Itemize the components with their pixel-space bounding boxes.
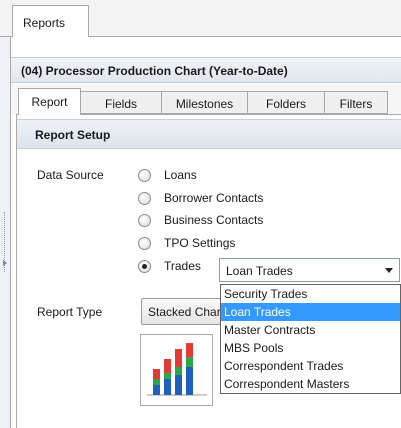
dropdown-option-mbs-pools[interactable]: MBS Pools: [221, 339, 400, 357]
tab-filters-label: Filters: [339, 97, 373, 111]
radio-loans-label: Loans: [164, 168, 197, 182]
tab-milestones[interactable]: Milestones: [161, 91, 248, 114]
radio-trades-label: Trades: [164, 259, 201, 273]
radio-borrower-contacts-label: Borrower Contacts: [164, 191, 264, 205]
radio-business-contacts-label: Business Contacts: [164, 213, 264, 227]
radio-business-contacts-button[interactable]: [138, 214, 151, 227]
report-type-label: Report Type: [37, 305, 103, 319]
dropdown-option-loan-trades[interactable]: Loan Trades: [221, 303, 400, 321]
tab-folders-label: Folders: [265, 97, 306, 111]
radio-tpo-settings-button[interactable]: [138, 237, 151, 250]
tab-fields[interactable]: Fields: [80, 91, 162, 114]
tab-report-label: Report: [31, 95, 68, 109]
report-setup-header: Report Setup: [17, 119, 401, 149]
chart-preview[interactable]: [140, 334, 213, 406]
radio-tpo-settings-label: TPO Settings: [164, 236, 236, 250]
tab-milestones-label: Milestones: [175, 97, 234, 111]
stacked-bar-chart-icon: [147, 343, 207, 396]
trades-type-combo[interactable]: Loan Trades: [219, 258, 400, 282]
trades-type-dropdown[interactable]: Security Trades Loan Trades Master Contr…: [220, 284, 401, 394]
chevron-down-icon[interactable]: [385, 268, 393, 273]
tab-reports[interactable]: Reports: [12, 5, 89, 38]
report-type-button[interactable]: Stacked Chart: [141, 298, 221, 325]
dropdown-option-correspondent-trades[interactable]: Correspondent Trades: [221, 357, 400, 375]
expand-arrow-icon[interactable]: [3, 260, 7, 266]
dropdown-option-master-contracts[interactable]: Master Contracts: [221, 321, 400, 339]
trades-type-value: Loan Trades: [226, 264, 293, 278]
radio-loans-button[interactable]: [138, 169, 151, 182]
report-title: (04) Processor Production Chart (Year-to…: [11, 57, 401, 83]
dropdown-option-correspondent-masters[interactable]: Correspondent Masters: [221, 375, 400, 393]
tab-folders[interactable]: Folders: [247, 91, 325, 114]
radio-borrower-contacts-button[interactable]: [138, 192, 151, 205]
dropdown-option-security-trades[interactable]: Security Trades: [221, 285, 400, 303]
tab-reports-label: Reports: [23, 16, 66, 30]
tab-fields-label: Fields: [104, 97, 137, 111]
tab-report[interactable]: Report: [18, 88, 81, 115]
tab-filters[interactable]: Filters: [324, 91, 388, 114]
data-source-label: Data Source: [37, 168, 104, 182]
radio-trades-button[interactable]: [138, 260, 151, 273]
report-type-value: Stacked Chart: [148, 305, 221, 319]
